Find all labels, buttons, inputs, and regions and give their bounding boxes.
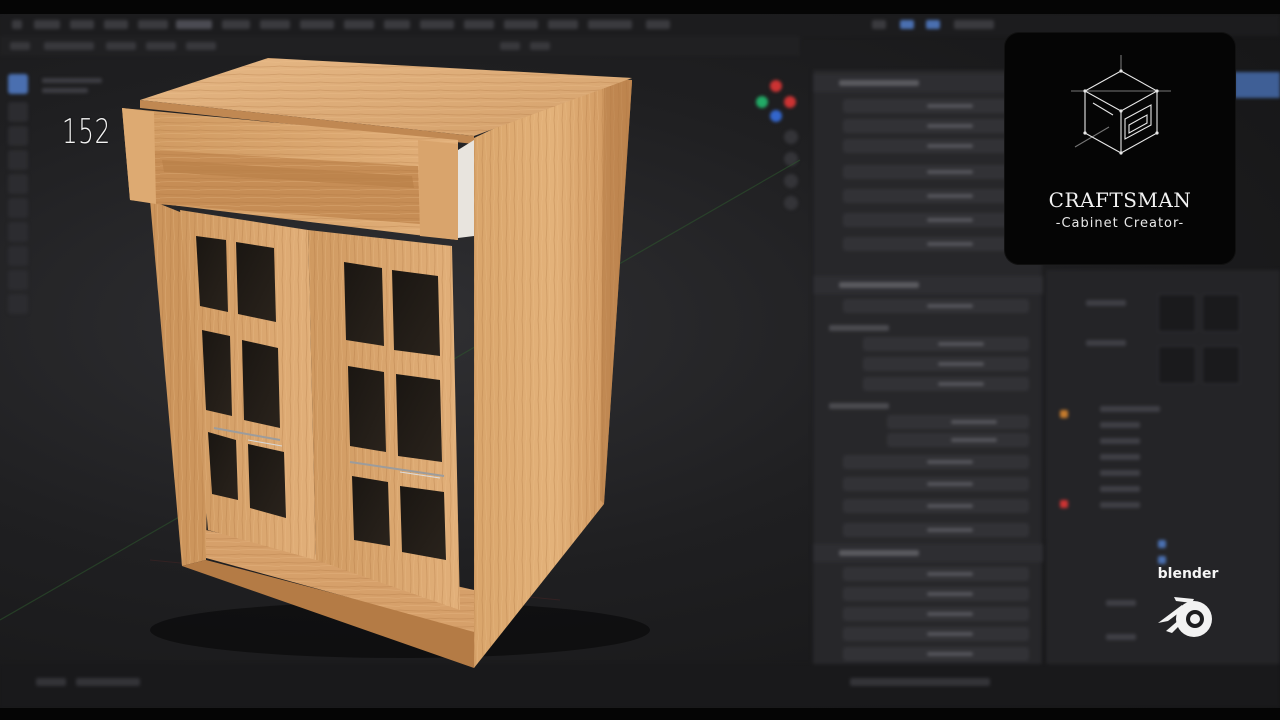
frame-counter: 152 (62, 112, 111, 152)
blender-badge: blender (1148, 563, 1228, 653)
letterbox-top (0, 0, 1280, 14)
cabinet-wireframe-icon (1071, 55, 1171, 155)
letterbox-bottom (0, 708, 1280, 720)
logo-title: CRAFTSMAN (1048, 188, 1192, 212)
blender-logo-icon (1158, 597, 1212, 637)
craftsman-logo-card: CRAFTSMAN -Cabinet Creator- (1005, 33, 1235, 264)
logo-subtitle: -Cabinet Creator- (1055, 216, 1185, 231)
blender-viewport-screenshot: 152 CRAFTSMAN -Cabinet Creator- blender (0, 0, 1280, 720)
blender-label: blender (1157, 566, 1219, 582)
